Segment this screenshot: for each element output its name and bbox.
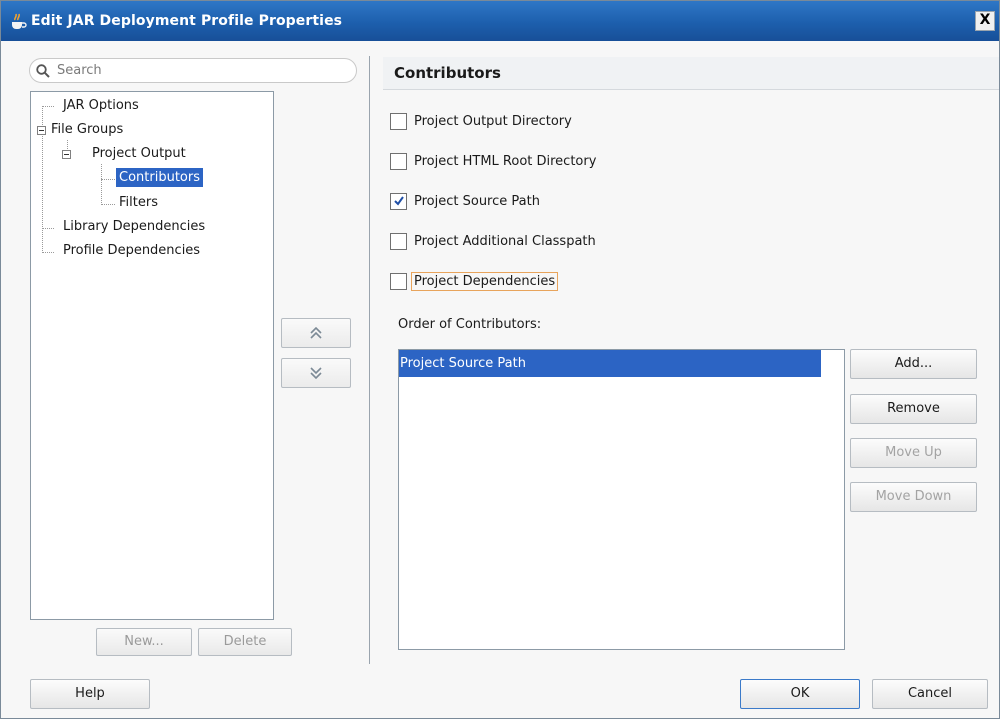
help-button[interactable]: Help	[30, 679, 150, 709]
tree-item-label: File Groups	[51, 122, 124, 137]
double-chevron-up-icon	[310, 327, 322, 339]
navigation-tree: JAR Options File Groups Project Output C…	[30, 91, 274, 620]
checkbox-box[interactable]	[390, 272, 407, 290]
double-chevron-down-icon	[310, 367, 322, 379]
dialog-window: Edit JAR Deployment Profile Properties X…	[0, 0, 1000, 719]
move-up-button[interactable]: Move Up	[850, 438, 977, 468]
cancel-button[interactable]: Cancel	[872, 679, 988, 709]
tree-item-contributors[interactable]: Contributors	[116, 167, 203, 189]
close-button[interactable]: X	[975, 11, 995, 31]
collapse-toggle-icon[interactable]	[62, 150, 71, 159]
search-field[interactable]: Search	[29, 58, 357, 83]
tree-connector	[101, 179, 115, 180]
checkbox-label: Project Additional Classpath	[414, 233, 596, 249]
section-heading: Contributors	[383, 57, 999, 90]
contributors-order-list[interactable]: Project Source Path	[398, 349, 845, 650]
list-item[interactable]: Project Source Path	[399, 350, 821, 377]
tree-item-project-output[interactable]: Project Output	[92, 143, 186, 165]
tree-item-label: Contributors	[116, 168, 203, 187]
tree-connector	[42, 228, 54, 229]
tree-item-file-groups[interactable]: File Groups	[51, 119, 123, 141]
tree-item-label: Filters	[119, 195, 158, 210]
ok-button[interactable]: OK	[740, 679, 860, 709]
tree-connector	[42, 106, 54, 107]
tree-item-profile-dependencies[interactable]: Profile Dependencies	[63, 240, 200, 262]
checkbox-label: Project Output Directory	[414, 113, 572, 129]
tree-connector	[101, 204, 115, 205]
add-button[interactable]: Add...	[850, 349, 977, 379]
tree-item-jar-options[interactable]: JAR Options	[63, 95, 139, 117]
tree-item-label: JAR Options	[63, 98, 139, 113]
checkbox-box[interactable]	[390, 192, 407, 210]
tree-connector	[42, 252, 54, 253]
panel-divider	[369, 56, 370, 664]
checkbox-project-output-directory[interactable]: Project Output Directory	[390, 110, 572, 132]
checkbox-project-dependencies[interactable]: Project Dependencies	[390, 270, 559, 292]
checkbox-box[interactable]	[390, 112, 407, 130]
checkmark-icon	[393, 196, 404, 206]
tree-item-label: Library Dependencies	[63, 219, 206, 234]
remove-button[interactable]: Remove	[850, 394, 977, 424]
search-icon	[36, 63, 50, 78]
title-bar: Edit JAR Deployment Profile Properties X	[1, 1, 999, 41]
java-cup-icon	[12, 13, 27, 29]
checkbox-label: Project Dependencies	[411, 271, 559, 291]
tree-item-filters[interactable]: Filters	[119, 192, 158, 214]
tree-item-label: Project Output	[92, 146, 186, 161]
checkbox-project-html-root-directory[interactable]: Project HTML Root Directory	[390, 150, 596, 172]
tree-connector	[101, 164, 102, 205]
checkbox-project-source-path[interactable]: Project Source Path	[390, 190, 540, 212]
delete-button[interactable]: Delete	[198, 628, 292, 656]
search-placeholder: Search	[57, 63, 102, 78]
tree-item-label: Profile Dependencies	[63, 243, 201, 258]
checkbox-label: Project HTML Root Directory	[414, 153, 597, 169]
move-down-button[interactable]: Move Down	[850, 482, 977, 512]
collapse-toggle-icon[interactable]	[37, 126, 46, 135]
checkbox-box[interactable]	[390, 152, 407, 170]
move-down-arrow-button[interactable]	[281, 358, 351, 388]
tree-item-library-dependencies[interactable]: Library Dependencies	[63, 216, 205, 238]
move-up-arrow-button[interactable]	[281, 318, 351, 348]
new-button[interactable]: New...	[96, 628, 192, 656]
order-of-contributors-label: Order of Contributors:	[398, 317, 542, 332]
window-title: Edit JAR Deployment Profile Properties	[31, 13, 343, 29]
checkbox-project-additional-classpath[interactable]: Project Additional Classpath	[390, 230, 596, 252]
checkbox-label: Project Source Path	[414, 193, 540, 209]
checkbox-box[interactable]	[390, 232, 407, 250]
